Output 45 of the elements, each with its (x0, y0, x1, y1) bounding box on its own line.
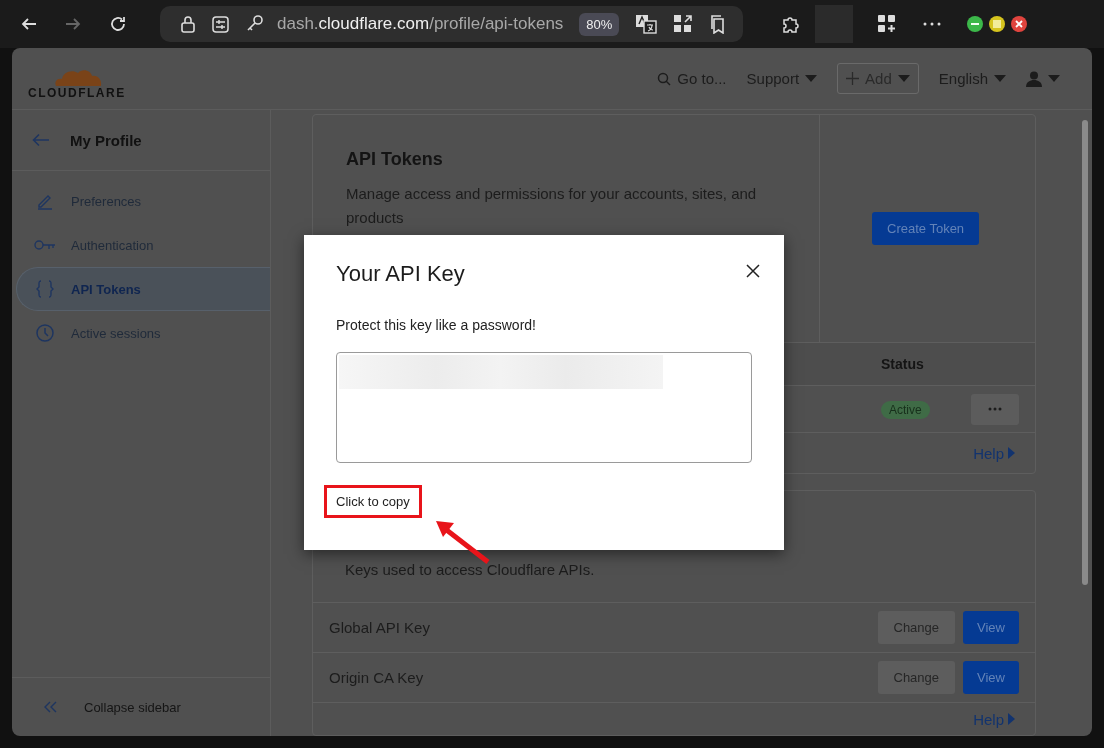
more-icon[interactable] (923, 21, 942, 27)
sidebar-item[interactable]: API Tokens (16, 267, 270, 311)
puzzle-icon[interactable] (781, 14, 802, 34)
create-token-button[interactable]: Create Token (872, 212, 980, 245)
grid-icon[interactable] (673, 14, 694, 34)
caret-icon (1048, 75, 1060, 82)
search-icon (657, 71, 672, 86)
status-badge: Active (881, 401, 930, 419)
view-button[interactable]: View (963, 661, 1019, 694)
caret-icon (897, 75, 910, 82)
collapse-sidebar-button[interactable]: Collapse sidebar (12, 678, 270, 736)
more-icon (988, 407, 1002, 411)
site-settings-icon[interactable] (212, 15, 229, 33)
key-icon (34, 239, 56, 251)
reload-icon[interactable] (108, 14, 128, 34)
click-to-copy-link[interactable]: Click to copy (324, 485, 422, 518)
logo-text[interactable]: CLOUDFLARE (28, 85, 126, 100)
braces-icon (36, 280, 54, 298)
caret-icon (994, 75, 1006, 82)
collapse-label: Collapse sidebar (84, 699, 181, 715)
caret-icon (1008, 447, 1015, 459)
maximize-icon[interactable] (989, 16, 1006, 32)
url-text[interactable]: dash.cloudflare.com/profile/api-tokens (277, 14, 564, 34)
help-link[interactable]: Help (973, 444, 1004, 462)
user-icon (1026, 70, 1042, 87)
caret-icon (805, 75, 818, 82)
close-icon[interactable] (746, 264, 760, 278)
dialog-title: Your API Key (336, 261, 465, 287)
api-key-field[interactable] (336, 352, 752, 463)
help-link[interactable]: Help (973, 710, 1004, 728)
translate-icon[interactable] (635, 14, 658, 34)
lock-icon[interactable] (180, 15, 196, 33)
clock-icon (36, 324, 54, 342)
double-chevron-icon (44, 701, 58, 713)
view-button[interactable]: View (963, 611, 1019, 644)
zoom-badge[interactable]: 80% (579, 12, 620, 36)
card-title: API Tokens (346, 149, 444, 170)
apps-icon[interactable] (877, 14, 898, 34)
sidebar-title: My Profile (70, 131, 142, 149)
column-header: Status (881, 356, 925, 372)
caret-icon (1008, 713, 1015, 725)
dialog-message: Protect this key like a password! (336, 317, 537, 333)
close-icon[interactable] (1011, 16, 1028, 32)
minimize-icon[interactable] (967, 16, 984, 32)
plus-icon (846, 72, 860, 85)
